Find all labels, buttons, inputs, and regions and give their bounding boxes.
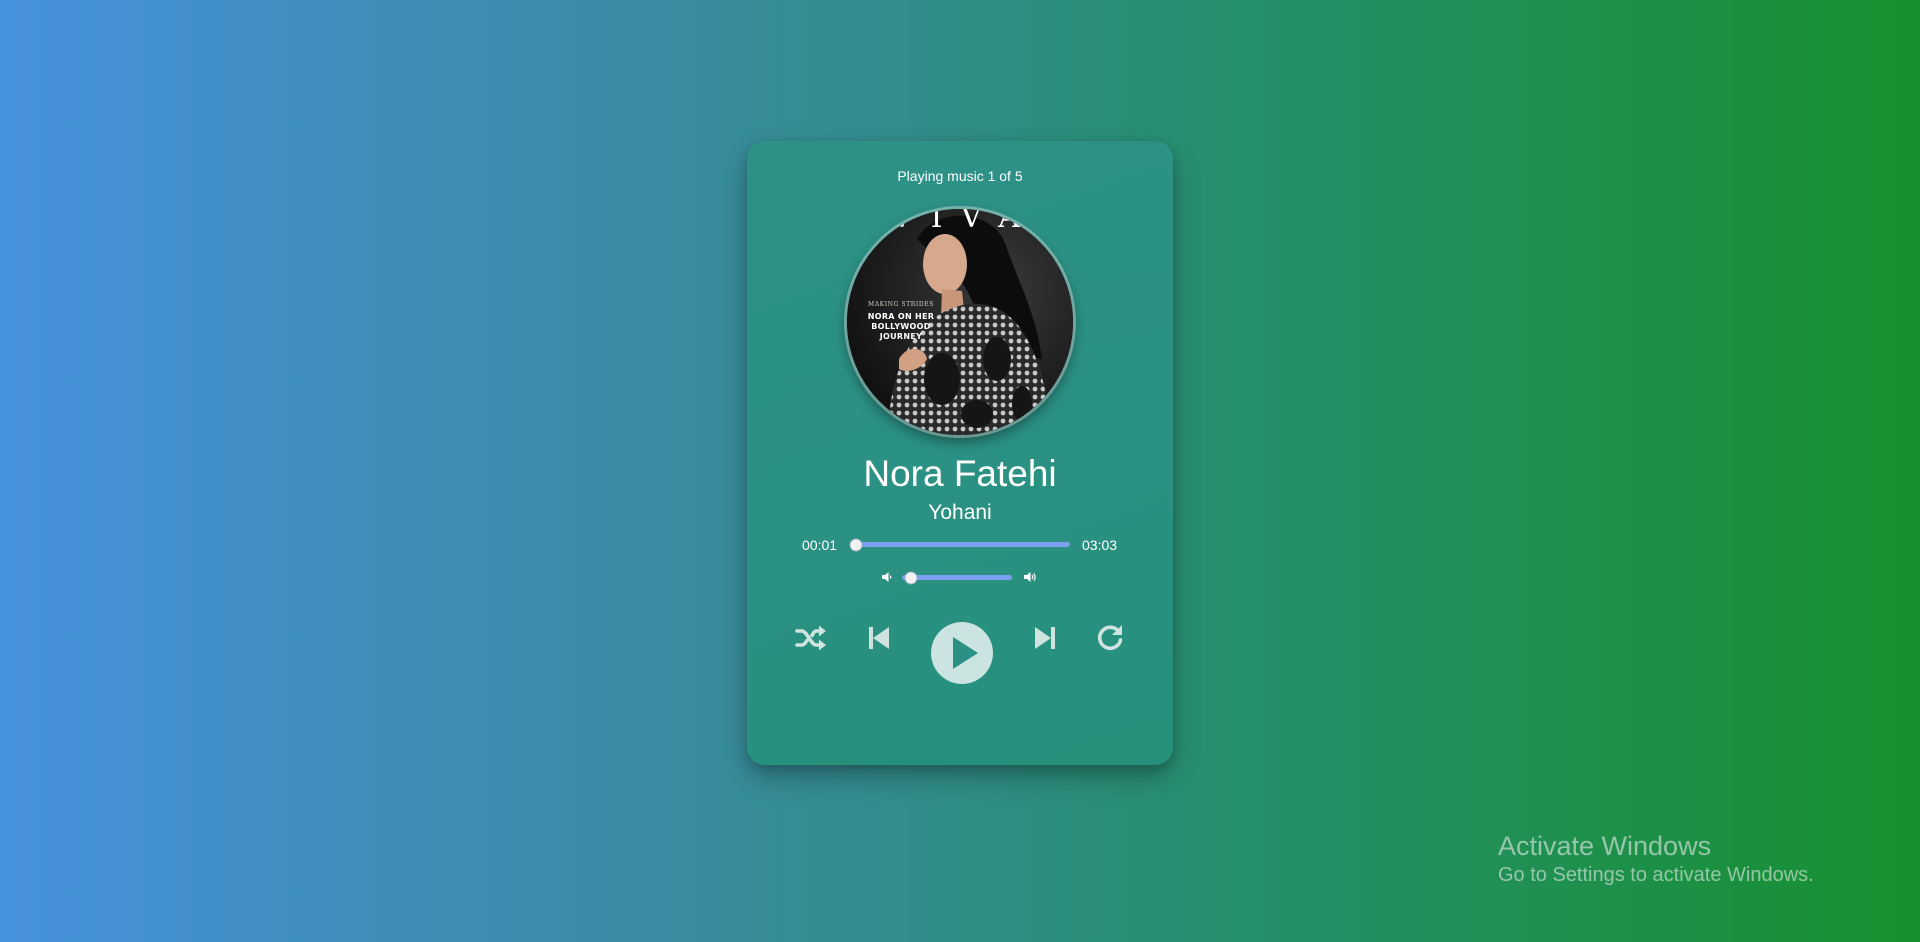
watermark-subtitle: Go to Settings to activate Windows. [1498, 864, 1814, 886]
volume-down-icon[interactable] [880, 570, 894, 584]
next-button[interactable] [1027, 620, 1063, 656]
cover-kicker: MAKING STRIDES [868, 301, 934, 308]
shuffle-button[interactable] [793, 620, 829, 656]
shuffle-icon [795, 625, 826, 651]
repeat-button[interactable] [1092, 620, 1128, 656]
seek-slider[interactable] [849, 538, 1070, 551]
skip-back-icon [869, 627, 889, 649]
volume-slider[interactable] [902, 571, 1012, 584]
cover-masthead: VIVA [891, 209, 1038, 235]
album-cover: VIVA MAKING STRIDES NORA ON HER BOLLYWOO… [847, 209, 1073, 435]
skip-forward-icon [1035, 627, 1055, 649]
track-artist: Yohani [928, 501, 992, 524]
track-title: Nora Fatehi [863, 453, 1057, 494]
play-icon [953, 637, 978, 669]
total-time: 03:03 [1082, 537, 1118, 553]
play-button[interactable] [931, 622, 993, 684]
volume-up-icon[interactable] [1023, 570, 1037, 584]
watermark-title: Activate Windows [1498, 831, 1712, 861]
cover-headline: NORA ON HER BOLLYWOOD JOURNEY [867, 312, 935, 341]
music-player-card: Playing music 1 of 5 VIVA MAKING STRIDES… [747, 141, 1173, 765]
cover-caption: MAKING STRIDES NORA ON HER BOLLYWOOD JOU… [863, 299, 939, 342]
previous-button[interactable] [861, 620, 897, 656]
current-time: 00:01 [802, 537, 838, 553]
playlist-status: Playing music 1 of 5 [897, 168, 1023, 184]
repeat-icon [1097, 625, 1123, 651]
seek-slider-thumb[interactable] [849, 538, 863, 551]
windows-activation-watermark: Activate Windows Go to Settings to activ… [1498, 830, 1814, 888]
volume-slider-thumb[interactable] [904, 571, 918, 584]
